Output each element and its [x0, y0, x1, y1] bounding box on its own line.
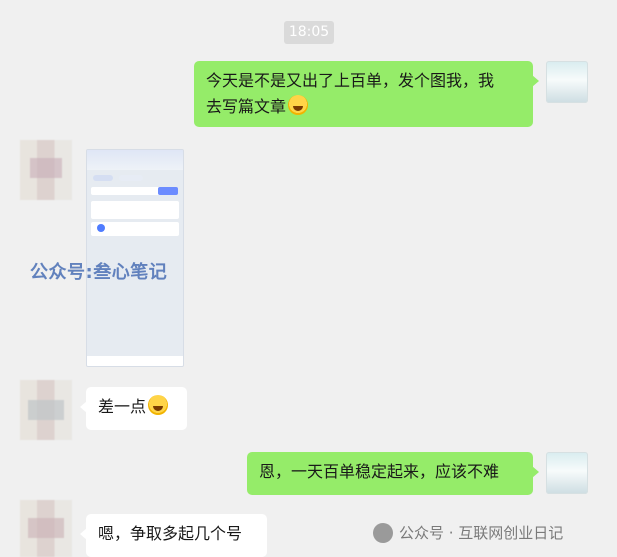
- laughing-emoji-icon: [288, 95, 309, 115]
- contact-avatar[interactable]: [20, 500, 72, 557]
- image-watermark: 公众号:叁心笔记: [30, 262, 168, 283]
- contact-avatar[interactable]: [20, 140, 72, 200]
- timestamp-badge: 18:05: [284, 21, 334, 44]
- laughing-emoji-icon: [148, 395, 169, 415]
- message-bubble-received[interactable]: 差一点: [80, 387, 187, 430]
- message-bubble-sent[interactable]: 今天是不是又出了上百单，发个图我，我 去写篇文章: [194, 61, 539, 127]
- message-text: 差一点: [98, 397, 147, 416]
- wechat-logo-icon: [373, 523, 393, 543]
- source-watermark: 公众号 · 互联网创业日记: [399, 524, 564, 542]
- my-avatar[interactable]: [546, 61, 588, 103]
- message-bubble-received[interactable]: 嗯，争取多起几个号: [80, 514, 267, 557]
- contact-avatar[interactable]: [20, 380, 72, 440]
- message-text: 嗯，争取多起几个号: [98, 524, 243, 543]
- image-statusbar: [87, 150, 183, 170]
- message-text-line2: 去写篇文章: [206, 94, 521, 120]
- message-text: 恩，一天百单稳定起来，应该不难: [259, 462, 500, 481]
- my-avatar[interactable]: [546, 452, 588, 494]
- message-text-line1: 今天是不是又出了上百单，发个图我，我: [206, 71, 495, 90]
- message-bubble-sent[interactable]: 恩，一天百单稳定起来，应该不难: [247, 452, 539, 495]
